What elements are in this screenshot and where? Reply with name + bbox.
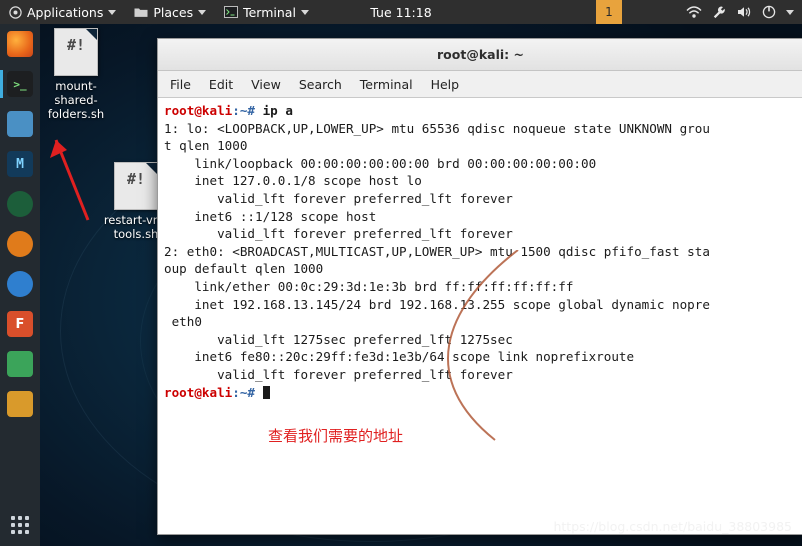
top-panel: Applications Places Terminal Tue 11:18 1 bbox=[0, 0, 802, 24]
text-editor-icon bbox=[7, 351, 33, 377]
dock-item-armitage[interactable] bbox=[0, 224, 40, 264]
armitage-icon bbox=[7, 231, 33, 257]
desktop-icon-label: mount- shared- folders.sh bbox=[47, 79, 105, 121]
terminal-output-line: 1: lo: <LOOPBACK,UP,LOWER_UP> mtu 65536 … bbox=[164, 120, 710, 136]
chevron-down-icon bbox=[198, 9, 207, 15]
beef-icon bbox=[7, 271, 33, 297]
dock-item-firefox[interactable] bbox=[0, 24, 40, 64]
folder-icon bbox=[134, 8, 148, 17]
terminal-output-line: inet 127.0.0.1/8 scope host lo bbox=[164, 173, 422, 189]
terminal-prompt-line: root@kali:~# bbox=[164, 384, 797, 402]
dock-item-archive[interactable] bbox=[0, 384, 40, 424]
terminal-output-line: eth0 bbox=[164, 314, 202, 330]
archive-icon bbox=[7, 391, 33, 417]
menu-applications-label: Applications bbox=[27, 4, 104, 20]
dock-item-beef[interactable] bbox=[0, 264, 40, 304]
menu-terminal-app[interactable]: Terminal bbox=[215, 0, 318, 24]
desktop-icon-mount-shared-folders[interactable]: #! mount- shared- folders.sh bbox=[30, 28, 122, 121]
tools-icon[interactable] bbox=[712, 5, 727, 19]
shell-script-file-icon: #! bbox=[114, 162, 158, 210]
chevron-down-icon[interactable] bbox=[786, 9, 794, 15]
favorites-dock: >_ M F bbox=[0, 24, 40, 546]
menu-search[interactable]: Search bbox=[299, 77, 342, 92]
terminal-output-line: inet 192.168.13.145/24 brd 192.168.13.25… bbox=[164, 296, 710, 312]
terminal-output-line: valid_lft forever preferred_lft forever bbox=[164, 366, 513, 382]
chevron-down-icon bbox=[108, 9, 117, 15]
shell-script-file-icon: #! bbox=[54, 28, 98, 76]
terminal-output-line: 2: eth0: <BROADCAST,MULTICAST,UP,LOWER_U… bbox=[164, 243, 710, 259]
menu-terminal[interactable]: Terminal bbox=[360, 77, 413, 92]
terminal-output-line: link/loopback 00:00:00:00:00:00 brd 00:0… bbox=[164, 155, 597, 171]
menu-applications[interactable]: Applications bbox=[0, 0, 125, 24]
prompt-user: root@kali bbox=[164, 103, 233, 118]
prompt-path: :~# bbox=[232, 103, 255, 118]
menu-view[interactable]: View bbox=[251, 77, 281, 92]
faraday-icon: F bbox=[7, 311, 33, 337]
menu-places[interactable]: Places bbox=[125, 0, 215, 24]
menu-file[interactable]: File bbox=[170, 77, 191, 92]
network-icon[interactable] bbox=[686, 5, 702, 19]
volume-icon[interactable] bbox=[737, 5, 752, 19]
terminal-output-line: valid_lft forever preferred_lft forever bbox=[164, 190, 513, 206]
terminal-output-line: valid_lft 1275sec preferred_lft 1275sec bbox=[164, 331, 513, 347]
terminal-menubar: File Edit View Search Terminal Help bbox=[158, 71, 802, 98]
terminal-icon: >_ bbox=[7, 71, 33, 97]
prompt-spacer bbox=[255, 385, 263, 400]
annotation-arrow bbox=[50, 139, 90, 221]
workspace-indicator[interactable]: 1 bbox=[596, 0, 622, 24]
menu-help[interactable]: Help bbox=[431, 77, 460, 92]
terminal-output-area[interactable]: root@kali:~# ip a 1: lo: <LOOPBACK,UP,LOW… bbox=[158, 98, 802, 534]
menu-terminal-label: Terminal bbox=[243, 4, 296, 20]
files-icon bbox=[7, 111, 33, 137]
dock-item-terminal[interactable]: >_ bbox=[0, 64, 40, 104]
chevron-down-icon bbox=[300, 9, 309, 15]
shebang-glyph: #! bbox=[66, 36, 86, 54]
menu-places-label: Places bbox=[153, 4, 194, 20]
panel-status-area bbox=[686, 0, 798, 24]
terminal-output-line: oup default qlen 1000 bbox=[164, 261, 324, 277]
dock-item-text-editor[interactable] bbox=[0, 344, 40, 384]
burpsuite-icon bbox=[7, 191, 33, 217]
metasploit-icon: M bbox=[7, 151, 33, 177]
terminal-window[interactable]: root@kali: ~ File Edit View Search Termi… bbox=[157, 38, 802, 535]
dock-item-faraday[interactable]: F bbox=[0, 304, 40, 344]
terminal-icon bbox=[224, 6, 239, 18]
firefox-icon bbox=[7, 31, 33, 57]
show-applications-button[interactable] bbox=[0, 508, 40, 542]
dock-item-files[interactable] bbox=[0, 104, 40, 144]
grid-icon bbox=[11, 516, 29, 534]
terminal-output-line: t qlen 1000 bbox=[164, 138, 248, 154]
terminal-titlebar[interactable]: root@kali: ~ bbox=[158, 39, 802, 71]
watermark-text: https://blog.csdn.net/baidu_38803985 bbox=[553, 519, 792, 534]
text-cursor bbox=[262, 385, 270, 399]
prompt-user: root@kali bbox=[164, 384, 233, 400]
terminal-output-line: link/ether 00:0c:29:3d:1e:3b brd ff:ff:f… bbox=[164, 278, 574, 294]
terminal-output-line: inet6 ::1/128 scope host bbox=[164, 208, 377, 224]
prompt-path: :~# bbox=[232, 384, 255, 400]
terminal-output-line: inet6 fe80::20c:29ff:fe3d:1e3b/64 scope … bbox=[164, 349, 635, 365]
dock-item-metasploit[interactable]: M bbox=[0, 144, 40, 184]
shebang-glyph: #! bbox=[126, 170, 146, 188]
terminal-title: root@kali: ~ bbox=[437, 47, 524, 62]
menu-edit[interactable]: Edit bbox=[209, 77, 233, 92]
power-icon[interactable] bbox=[762, 5, 776, 19]
terminal-command-line: root@kali:~# ip a bbox=[164, 102, 797, 120]
terminal-output-line: valid_lft forever preferred_lft forever bbox=[164, 226, 513, 242]
prompt-command: ip a bbox=[255, 103, 293, 118]
dock-item-burpsuite[interactable] bbox=[0, 184, 40, 224]
annotation-note: 查看我们需要的地址 bbox=[268, 427, 404, 445]
applications-icon bbox=[9, 5, 22, 19]
